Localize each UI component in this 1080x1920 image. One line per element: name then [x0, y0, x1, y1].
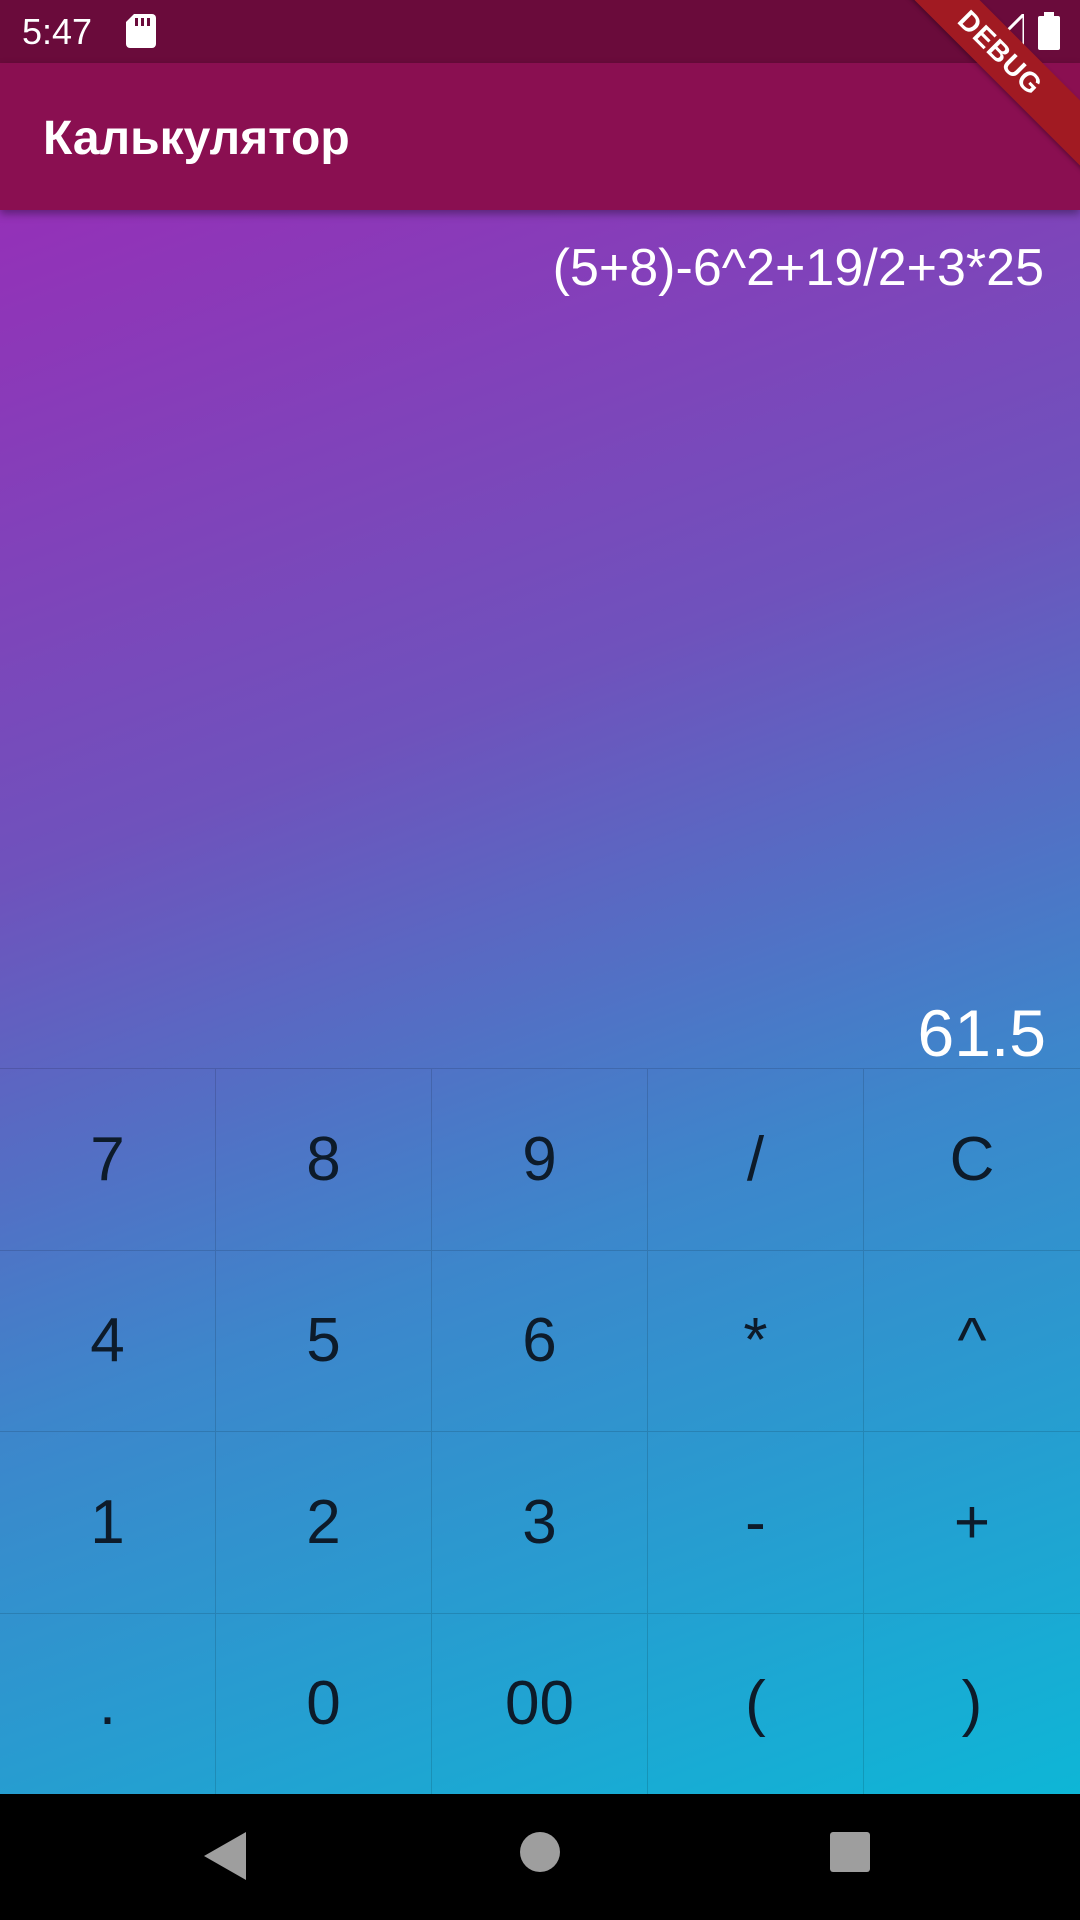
- back-icon[interactable]: [204, 1832, 246, 1880]
- key-plus[interactable]: +: [864, 1431, 1080, 1613]
- key-open-paren[interactable]: (: [648, 1612, 864, 1794]
- home-icon[interactable]: [520, 1832, 560, 1872]
- key-decimal[interactable]: .: [0, 1612, 216, 1794]
- app-title: Калькулятор: [43, 112, 350, 165]
- key-4[interactable]: 4: [0, 1249, 216, 1431]
- key-power[interactable]: ^: [864, 1249, 1080, 1432]
- key-0[interactable]: 0: [216, 1612, 432, 1794]
- calculator-screen: 5:47 Калькулятор DEBUG (5+8)-6^2+19/2+3*…: [0, 0, 1080, 1920]
- result-display: 61.5: [917, 996, 1046, 1070]
- recents-icon[interactable]: [830, 1832, 870, 1872]
- key-6[interactable]: 6: [432, 1249, 648, 1431]
- key-7[interactable]: 7: [0, 1068, 216, 1250]
- sd-card-icon: [126, 14, 156, 48]
- key-close-paren[interactable]: ): [864, 1612, 1080, 1795]
- battery-icon: [1038, 12, 1060, 50]
- key-clear[interactable]: C: [864, 1068, 1080, 1250]
- key-9[interactable]: 9: [432, 1068, 648, 1250]
- key-divide[interactable]: /: [648, 1068, 864, 1250]
- key-00[interactable]: 00: [432, 1612, 648, 1794]
- key-1[interactable]: 1: [0, 1431, 216, 1613]
- key-5[interactable]: 5: [216, 1249, 432, 1431]
- keypad: 7 8 9 / C 4 5 6 * ^ 1 2 3 - + . 0 00 ( ): [0, 1068, 1080, 1794]
- key-minus[interactable]: -: [648, 1431, 864, 1613]
- key-multiply[interactable]: *: [648, 1249, 864, 1431]
- key-3[interactable]: 3: [432, 1431, 648, 1613]
- status-bar: 5:47: [0, 0, 1080, 63]
- status-time: 5:47: [22, 11, 93, 52]
- expression-display: (5+8)-6^2+19/2+3*25: [552, 239, 1044, 297]
- navigation-bar: [0, 1794, 1080, 1920]
- key-2[interactable]: 2: [216, 1431, 432, 1613]
- app-bar: Калькулятор: [0, 63, 1080, 210]
- key-8[interactable]: 8: [216, 1068, 432, 1250]
